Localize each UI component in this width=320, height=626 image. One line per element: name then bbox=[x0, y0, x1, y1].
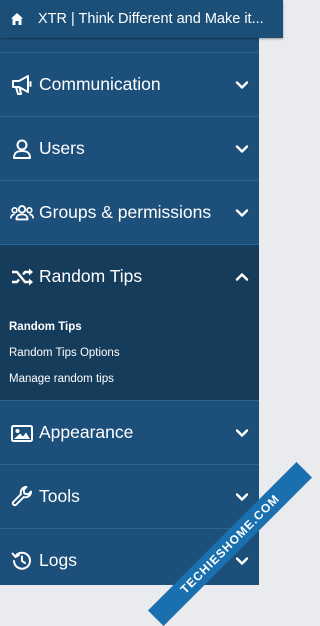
image-icon bbox=[10, 421, 34, 445]
sidebar-item-label: Users bbox=[39, 138, 85, 158]
sidebar-item-label: Appearance bbox=[39, 422, 134, 442]
chevron-down-icon bbox=[235, 426, 249, 440]
app-header: XTR | Think Different and Make it... bbox=[0, 0, 283, 38]
sidebar-item-label: Random Tips bbox=[39, 266, 143, 286]
sidebar-item-communication[interactable]: Communication bbox=[0, 53, 259, 117]
admin-sidebar: Communication Users Groups & permissions… bbox=[0, 38, 259, 585]
sidebar-item-groups-permissions[interactable]: Groups & permissions bbox=[0, 181, 259, 245]
history-icon bbox=[10, 549, 34, 573]
chevron-up-icon bbox=[235, 270, 249, 284]
submenu-link-random-tips[interactable]: Random Tips bbox=[0, 314, 259, 340]
sidebar-item-users[interactable]: Users bbox=[0, 117, 259, 181]
sidebar-item-label: Logs bbox=[39, 550, 77, 570]
submenu-link-manage-random-tips[interactable]: Manage random tips bbox=[0, 366, 259, 392]
sidebar-item-appearance[interactable]: Appearance bbox=[0, 401, 259, 465]
user-icon bbox=[10, 137, 34, 161]
chevron-down-icon bbox=[235, 78, 249, 92]
chevron-down-icon bbox=[235, 206, 249, 220]
wrench-icon bbox=[10, 485, 34, 509]
chevron-down-icon bbox=[235, 554, 249, 568]
chevron-down-icon bbox=[235, 142, 249, 156]
sidebar-item-label: Tools bbox=[39, 486, 80, 506]
shuffle-icon bbox=[10, 265, 34, 289]
sidebar-item-random-tips[interactable]: Random Tips bbox=[0, 245, 259, 308]
sidebar-item-label: Communication bbox=[39, 74, 161, 94]
sidebar-top-spacer bbox=[0, 38, 259, 53]
submenu-link-random-tips-options[interactable]: Random Tips Options bbox=[0, 340, 259, 366]
chevron-down-icon bbox=[235, 490, 249, 504]
random-tips-submenu: Random Tips Random Tips Options Manage r… bbox=[0, 308, 259, 401]
sidebar-item-label: Groups & permissions bbox=[39, 202, 212, 222]
sidebar-item-tools[interactable]: Tools bbox=[0, 465, 259, 529]
site-title[interactable]: XTR | Think Different and Make it... bbox=[38, 11, 264, 27]
users-group-icon bbox=[10, 201, 34, 225]
megaphone-icon bbox=[10, 73, 34, 97]
home-icon[interactable] bbox=[10, 12, 24, 26]
